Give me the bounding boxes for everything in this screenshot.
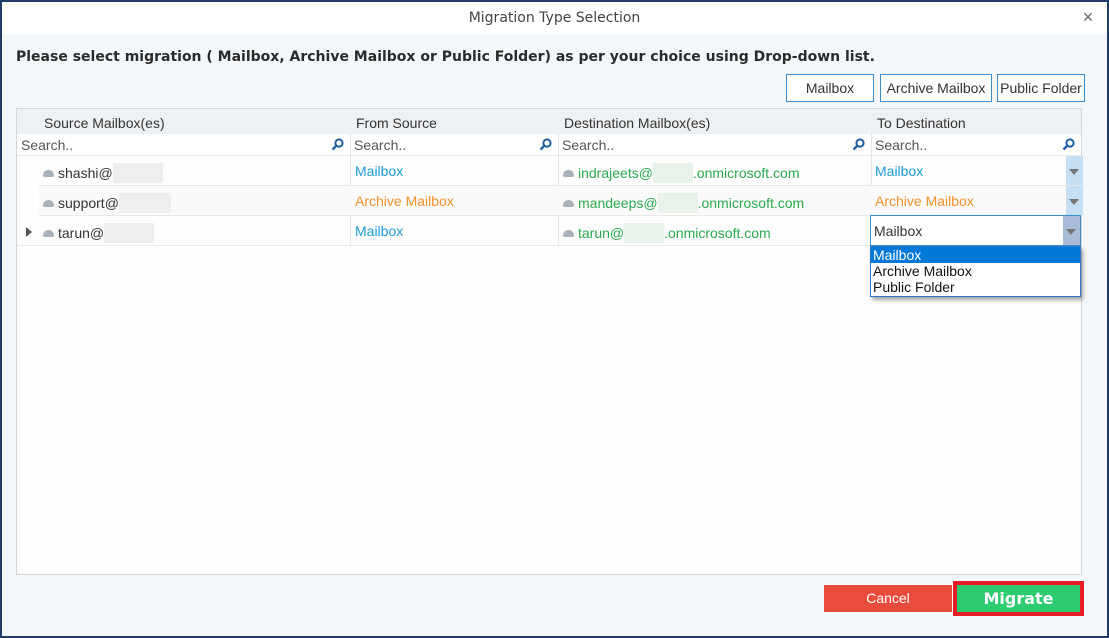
- search-icon[interactable]: [331, 138, 344, 151]
- to-destination-value[interactable]: Archive Mailbox: [875, 193, 974, 209]
- to-destination-search-input[interactable]: [871, 134, 1081, 155]
- redacted-text: [104, 223, 155, 243]
- option-archive-mailbox[interactable]: Archive Mailbox: [871, 263, 1080, 279]
- set-all-archive-mailbox-button[interactable]: Archive Mailbox: [880, 74, 992, 102]
- to-destination-value[interactable]: Mailbox: [875, 163, 923, 179]
- search-icon[interactable]: [852, 138, 865, 151]
- redacted-text: [118, 193, 171, 213]
- cloud-icon: [563, 230, 574, 237]
- destination-search-cell: [558, 134, 871, 156]
- cloud-icon: [43, 170, 54, 177]
- dropdown-arrow-icon[interactable]: [1066, 186, 1083, 215]
- from-source-value: Mailbox: [355, 163, 404, 179]
- from-source-value: Archive Mailbox: [355, 193, 454, 209]
- cancel-button[interactable]: Cancel: [824, 585, 952, 612]
- grid-filter-row: [17, 134, 1081, 156]
- to-destination-search-cell: [871, 134, 1081, 156]
- column-header-destination-mailboxes[interactable]: Destination Mailbox(es): [564, 115, 710, 131]
- cloud-icon: [43, 230, 54, 237]
- redacted-text: [657, 193, 698, 213]
- from-source-value: Mailbox: [355, 223, 404, 239]
- cloud-icon: [43, 200, 54, 207]
- migration-type-dialog: Migration Type Selection × Please select…: [0, 0, 1109, 638]
- table-row[interactable]: support@ Archive Mailbox mandeeps@ .onmic…: [39, 186, 1083, 216]
- cloud-icon: [563, 200, 574, 207]
- search-icon[interactable]: [1062, 138, 1075, 151]
- column-header-source-mailboxes[interactable]: Source Mailbox(es): [44, 115, 165, 131]
- destination-mailbox-cell: tarun@ .onmicrosoft.com: [563, 223, 771, 243]
- source-search-cell: [17, 134, 350, 156]
- to-destination-options: Mailbox Archive Mailbox Public Folder: [870, 246, 1081, 297]
- expand-row-icon[interactable]: [26, 227, 32, 237]
- source-mailbox-cell: shashi@: [43, 163, 163, 183]
- dropdown-arrow-icon[interactable]: [1063, 216, 1080, 245]
- redacted-text: [112, 163, 163, 183]
- table-row[interactable]: shashi@ Mailbox indrajeets@ .onmicrosoft.…: [39, 156, 1083, 186]
- search-icon[interactable]: [539, 138, 552, 151]
- option-public-folder[interactable]: Public Folder: [871, 279, 1080, 295]
- column-header-from-source[interactable]: From Source: [356, 115, 437, 131]
- dialog-title: Migration Type Selection: [468, 10, 641, 26]
- instruction-text: Please select migration ( Mailbox, Archi…: [16, 49, 875, 64]
- destination-search-input[interactable]: [558, 134, 871, 155]
- grid-header-row: Source Mailbox(es) From Source Destinati…: [17, 109, 1081, 134]
- destination-mailbox-cell: indrajeets@ .onmicrosoft.com: [563, 163, 800, 183]
- redacted-text: [652, 163, 693, 183]
- set-all-mailbox-button[interactable]: Mailbox: [786, 74, 874, 102]
- source-mailbox-cell: support@: [43, 193, 171, 213]
- source-mailbox-cell: tarun@: [43, 223, 155, 243]
- source-search-input[interactable]: [17, 134, 350, 155]
- migrate-button[interactable]: Migrate: [953, 581, 1084, 616]
- cloud-icon: [563, 170, 574, 177]
- redacted-text: [624, 223, 665, 243]
- dropdown-arrow-icon[interactable]: [1066, 156, 1083, 185]
- from-source-search-cell: [350, 134, 558, 156]
- option-mailbox[interactable]: Mailbox: [871, 247, 1080, 263]
- column-header-to-destination[interactable]: To Destination: [877, 115, 966, 131]
- mapping-grid: Source Mailbox(es) From Source Destinati…: [16, 108, 1083, 575]
- to-destination-select[interactable]: Mailbox: [870, 215, 1081, 246]
- from-source-search-input[interactable]: [350, 134, 558, 155]
- destination-mailbox-cell: mandeeps@ .onmicrosoft.com: [563, 193, 804, 213]
- set-all-public-folder-button[interactable]: Public Folder: [997, 74, 1085, 102]
- to-destination-select-value: Mailbox: [874, 223, 923, 239]
- title-bar: Migration Type Selection ×: [2, 2, 1107, 34]
- close-icon[interactable]: ×: [1079, 8, 1097, 26]
